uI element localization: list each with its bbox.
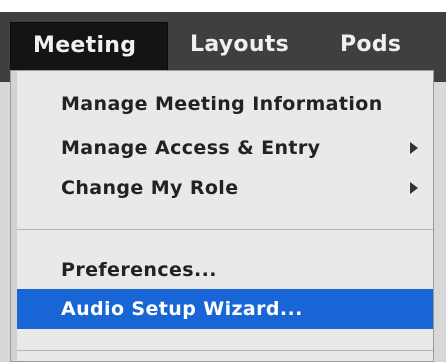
menu-divider [17, 350, 433, 351]
menu-item-preferences[interactable]: Preferences... [61, 259, 217, 281]
menu-tab-meeting[interactable]: Meeting [10, 22, 168, 70]
menu-item-label: Audio Setup Wizard... [61, 298, 303, 320]
meeting-dropdown-menu: Manage Meeting Information Manage Access… [10, 70, 434, 362]
menu-tab-pods[interactable]: Pods [340, 22, 401, 70]
menu-item-manage-access-entry[interactable]: Manage Access & Entry [61, 137, 320, 159]
top-strip [0, 0, 446, 12]
menu-tab-layouts[interactable]: Layouts [190, 22, 289, 70]
menu-item-audio-setup-wizard[interactable]: Audio Setup Wizard... [17, 289, 433, 329]
menu-divider [17, 229, 433, 230]
submenu-arrow-icon [410, 142, 418, 154]
menu-item-change-my-role[interactable]: Change My Role [61, 177, 239, 199]
submenu-arrow-icon [410, 182, 418, 194]
menu-item-manage-meeting-information[interactable]: Manage Meeting Information [61, 93, 383, 115]
